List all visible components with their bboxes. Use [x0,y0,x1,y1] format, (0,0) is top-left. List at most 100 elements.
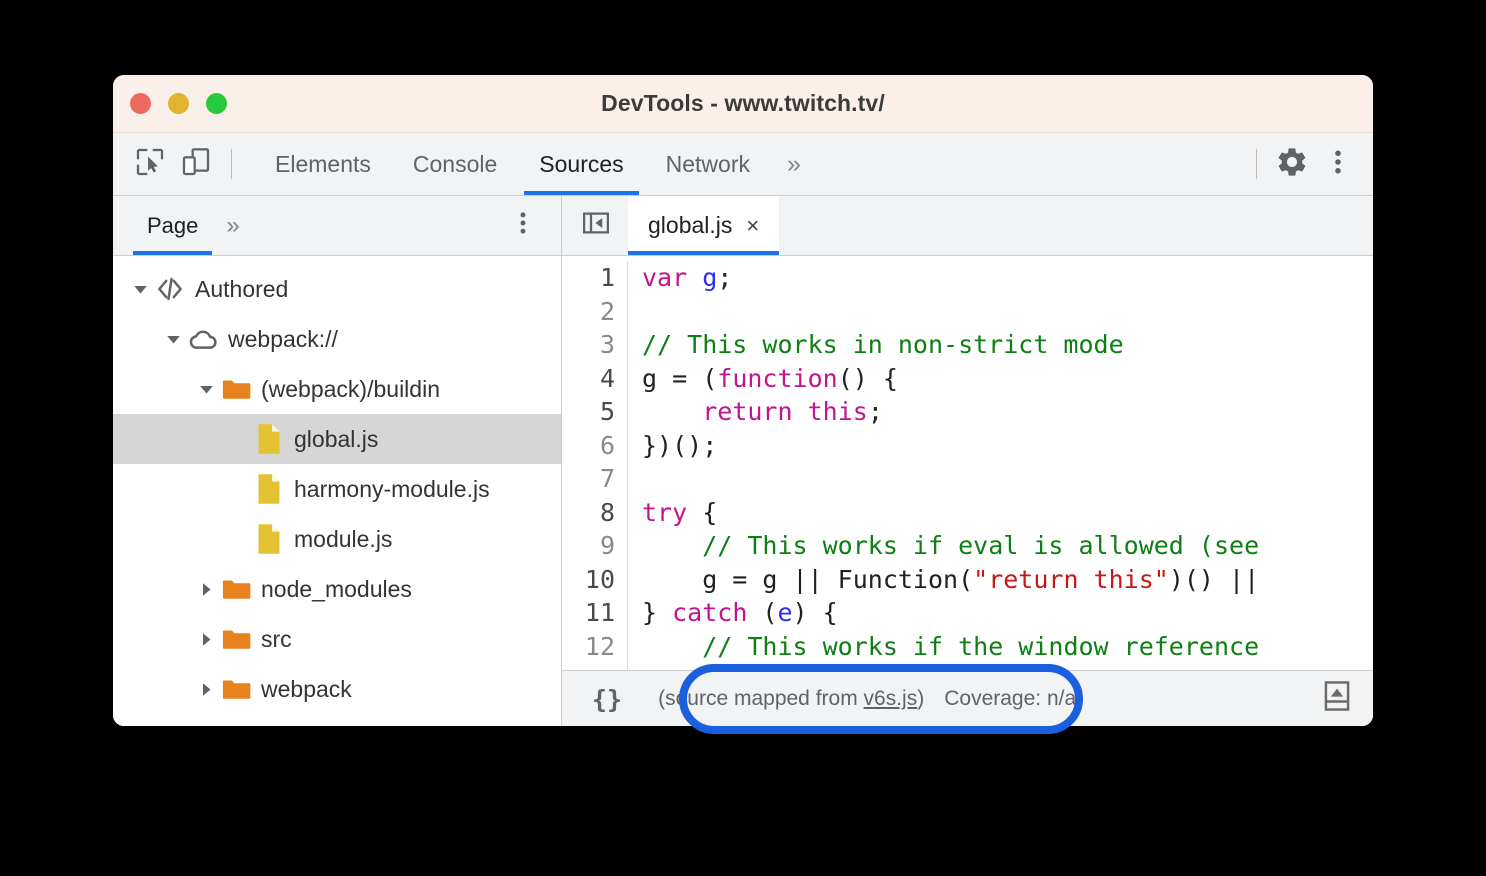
minimize-window-button[interactable] [168,93,189,114]
chevron-double-right-icon: » [787,149,801,178]
code-token: // This works if the window reference [702,631,1260,661]
tree-item-webpack-buildin[interactable]: (webpack)/buildin [113,364,561,414]
tab-elements-label: Elements [275,150,371,177]
line-number[interactable]: 9 [562,529,615,563]
triangle-down-icon[interactable] [127,282,153,297]
triangle-right-icon[interactable] [193,632,219,647]
code-token: g = g || Function( [642,564,974,594]
navigator-menu-button[interactable] [509,209,561,242]
close-window-button[interactable] [130,93,151,114]
tree-item-label: webpack:// [228,325,338,352]
tab-elements[interactable]: Elements [254,133,392,195]
more-panels-button[interactable]: » [771,133,817,195]
code-editor[interactable]: 1 2 3 4 5 6 7 8 9 10 11 12 var g; // This works in … [562,256,1373,670]
line-number[interactable]: 8 [562,496,615,530]
navigator-more-tabs-button[interactable]: » [212,212,253,240]
line-number[interactable]: 12 [562,630,615,664]
line-number[interactable]: 1 [562,261,615,295]
source-mapped-link[interactable]: v6s.js [864,687,918,710]
editor-tab-global-js[interactable]: global.js × [628,196,780,255]
code-token: g [702,263,718,292]
toolbar-divider-right [1256,149,1257,179]
code-token: // This works if eval is allowed (see [702,531,1260,560]
navigator-tab-page[interactable]: Page [133,196,213,255]
format-braces-icon: {} [592,684,623,714]
code-token: this [807,397,868,426]
line-number[interactable]: 3 [562,328,615,362]
line-number-gutter: 1 2 3 4 5 6 7 8 9 10 11 12 [562,261,628,670]
gear-icon [1275,145,1309,184]
line-number[interactable]: 10 [562,563,615,597]
tab-console[interactable]: Console [392,133,518,195]
maximize-window-button[interactable] [206,93,227,114]
tree-item-authored[interactable]: Authored [113,264,561,314]
tab-sources[interactable]: Sources [518,133,644,195]
code-token: ( [747,598,778,627]
js-file-icon [252,473,286,505]
source-mapped-suffix: ) [917,687,925,710]
tree-item-label: Authored [195,275,289,302]
collapse-sidebar-button[interactable] [576,206,616,246]
window-titlebar: DevTools - www.twitch.tv/ [113,75,1373,133]
tree-item-harmony-module-js[interactable]: harmony-module.js [113,464,561,514]
tree-item-label: global.js [294,425,379,452]
code-line: var g; [642,261,1259,295]
tree-item-webpack[interactable]: webpack [113,664,561,714]
screenshot-canvas: DevTools - www.twitch.tv/ Elements Conso… [0,0,1486,876]
editor-tabbar: global.js × [562,196,1373,256]
code-token: // This works in non-strict mode [642,330,1124,359]
pretty-print-button[interactable]: {} [576,685,638,714]
settings-button[interactable] [1269,141,1315,187]
code-token: })(); [642,430,718,460]
source-mapped-prefix: (source mapped from [658,687,864,710]
code-brackets-icon [153,274,187,304]
folder-icon [219,576,253,602]
tree-item-global-js[interactable]: global.js [113,414,561,464]
code-token: )() || [1168,564,1260,594]
triangle-down-icon[interactable] [193,382,219,397]
line-number[interactable]: 11 [562,596,615,630]
devtools-menu-button[interactable] [1315,141,1361,187]
line-number[interactable]: 7 [562,462,615,496]
triangle-down-icon[interactable] [160,332,186,347]
line-number[interactable]: 6 [562,429,615,463]
show-drawer-button[interactable] [1315,677,1359,721]
folder-icon [219,376,253,402]
code-token: ; [867,397,883,426]
tab-network-label: Network [665,150,750,177]
code-line: return this; [642,395,1259,429]
tree-item-label: src [261,625,292,652]
tree-item-src[interactable]: src [113,614,561,664]
code-content[interactable]: var g; // This works in non-strict mode g… [628,261,1259,670]
code-line: g = (function() { [642,362,1259,396]
tab-network[interactable]: Network [645,133,771,195]
window-title: DevTools - www.twitch.tv/ [601,90,885,116]
tab-sources-label: Sources [539,150,624,177]
triangle-right-icon[interactable] [193,582,219,597]
folder-icon [219,626,253,652]
kebab-menu-icon [1323,147,1353,182]
close-icon[interactable]: × [746,214,759,237]
tree-item-module-js[interactable]: module.js [113,514,561,564]
tree-item-label: (webpack)/buildin [261,375,440,402]
code-token: () { [837,363,898,393]
code-line: } catch (e) { [642,596,1259,630]
device-toolbar-button[interactable] [173,141,219,187]
devtools-main-toolbar: Elements Console Sources Network » [113,133,1373,196]
code-token: var [642,263,688,292]
tree-item-webpack[interactable]: webpack:// [113,314,561,364]
line-number[interactable]: 4 [562,362,615,396]
line-number[interactable]: 5 [562,395,615,429]
inspect-element-button[interactable] [127,141,173,187]
triangle-right-icon[interactable] [193,682,219,697]
line-number[interactable]: 2 [562,295,615,329]
navigator-sidebar: Page » Authored webpack:// (webpack)/bui… [113,196,562,726]
inspect-element-icon [134,146,166,183]
code-token: try [642,497,688,527]
editor-status-bar: {} (source mapped from v6s.js) Coverage:… [562,670,1373,726]
tree-item-node-modules[interactable]: node_modules [113,564,561,614]
